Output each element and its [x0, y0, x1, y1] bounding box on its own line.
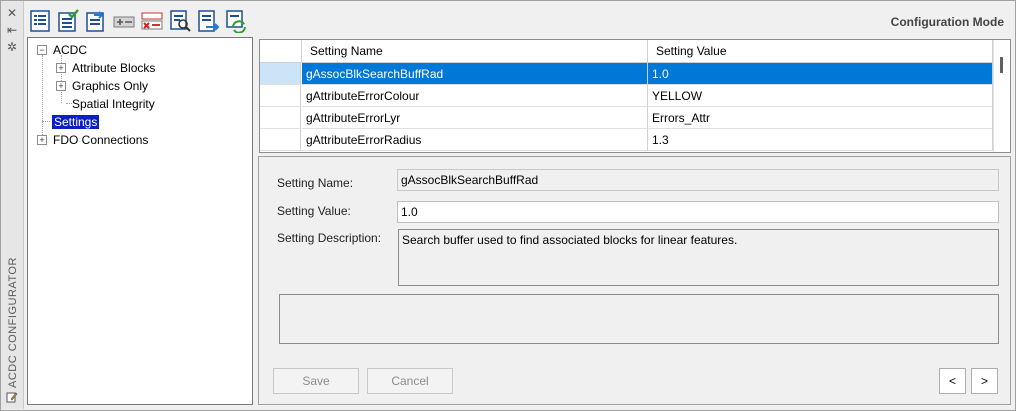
tree-view[interactable]: − ACDC + Attribute Blocks + Graphics Onl… [27, 37, 253, 405]
setting-description-label: Setting Description: [277, 231, 382, 245]
edit-icon[interactable] [6, 391, 18, 403]
next-button[interactable]: > [971, 368, 998, 394]
mode-label: Configuration Mode [890, 15, 1004, 29]
table-row[interactable]: gAttributeErrorColour YELLOW [260, 85, 993, 107]
import-icon[interactable] [196, 9, 220, 33]
delete-row-icon[interactable] [140, 9, 164, 33]
refresh-icon[interactable] [224, 9, 248, 34]
tree-node-label: Settings [52, 115, 100, 129]
row-header[interactable] [260, 63, 301, 85]
table-row[interactable]: gAssocBlkSearchBuffRad 1.0 [260, 63, 993, 85]
setting-value-cell[interactable]: 1.0 [648, 63, 993, 85]
setting-value-label: Setting Value: [277, 204, 351, 218]
auto-hide-icon[interactable]: ⇤ [4, 23, 20, 37]
setting-name-cell[interactable]: gAttributeErrorRadius [302, 129, 648, 151]
setting-detail-panel: Setting Name: gAssocBlkSearchBuffRad Set… [258, 156, 1011, 405]
setting-value-cell[interactable]: 1.3 [648, 129, 993, 151]
find-icon[interactable] [168, 9, 192, 33]
palette-strip: ✕ ⇤ ✲ ACDC CONFIGURATOR [1, 1, 24, 409]
setting-value-cell[interactable]: YELLOW [648, 85, 993, 107]
properties-icon[interactable] [28, 9, 52, 33]
tree-connector [42, 55, 43, 139]
cancel-button[interactable]: Cancel [367, 368, 453, 394]
tree-node-label: Graphics Only [72, 79, 149, 93]
row-header-corner [260, 40, 302, 62]
tree-node-settings[interactable]: Settings [52, 113, 100, 131]
previous-button[interactable]: < [939, 368, 966, 394]
export-icon[interactable] [84, 9, 108, 33]
tree-connector [42, 121, 50, 122]
collapse-icon[interactable]: − [37, 45, 47, 55]
add-row-icon[interactable] [112, 9, 136, 33]
setting-name-cell[interactable]: gAttributeErrorColour [302, 85, 648, 107]
setting-name-cell[interactable]: gAssocBlkSearchBuffRad [302, 63, 648, 85]
column-header-value[interactable]: Setting Value [648, 40, 993, 62]
column-header-name[interactable]: Setting Name [302, 40, 648, 62]
table-row[interactable]: gAttributeErrorLyr Errors_Attr [260, 107, 993, 129]
setting-value-field[interactable]: 1.0 [397, 201, 999, 223]
expand-icon[interactable]: + [56, 63, 66, 73]
message-box [279, 294, 999, 344]
validate-icon[interactable] [56, 9, 80, 33]
toolbar [28, 9, 248, 35]
tree-node-label: Attribute Blocks [72, 61, 156, 75]
palette-title-text: ACDC CONFIGURATOR [7, 257, 19, 388]
close-icon[interactable]: ✕ [4, 6, 20, 20]
palette-title: ACDC CONFIGURATOR [1, 257, 23, 389]
setting-value-cell[interactable]: Errors_Attr [648, 107, 993, 129]
settings-grid[interactable]: Setting Name Setting Value gAssocBlkSear… [259, 39, 1011, 153]
scrollbar-thumb[interactable] [1000, 57, 1003, 73]
setting-name-label: Setting Name: [277, 176, 354, 190]
table-row[interactable]: gAttributeErrorRadius 1.3 [260, 129, 993, 151]
row-header[interactable] [260, 107, 301, 129]
tree-node-label: FDO Connections [53, 133, 149, 147]
expand-icon[interactable]: + [37, 135, 47, 145]
setting-name-cell[interactable]: gAttributeErrorLyr [302, 107, 648, 129]
grid-header: Setting Name Setting Value [260, 40, 993, 63]
row-header[interactable] [260, 129, 301, 151]
tree-node-label: Spatial Integrity [72, 97, 155, 111]
expand-icon[interactable]: + [56, 81, 66, 91]
setting-name-field: gAssocBlkSearchBuffRad [397, 169, 999, 191]
row-header[interactable] [260, 85, 301, 107]
save-button[interactable]: Save [273, 368, 359, 394]
grid-scrollbar[interactable] [993, 40, 1010, 152]
settings-icon[interactable]: ✲ [4, 40, 20, 54]
setting-description-field: Search buffer used to find associated bl… [398, 229, 999, 286]
tree-node-label: ACDC [53, 43, 88, 57]
